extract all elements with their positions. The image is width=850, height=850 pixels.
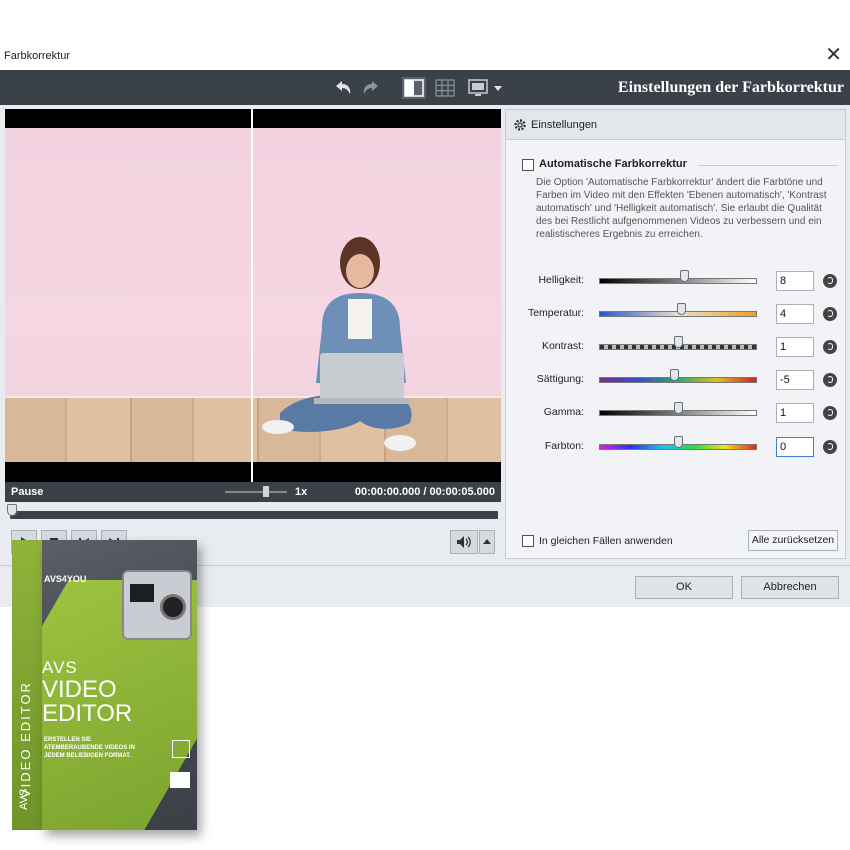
settings-heading: Einstellungen der Farbkorrektur	[617, 79, 844, 96]
reset-icon[interactable]	[823, 307, 837, 321]
contrast-value-field[interactable]: 1	[776, 337, 814, 357]
redo-icon[interactable]	[360, 77, 384, 99]
wooden-floor	[5, 398, 501, 462]
reset-icon[interactable]	[823, 406, 837, 420]
saturation-value-field[interactable]: -5	[776, 370, 814, 390]
box-front: AVS4YOU AVS VIDEO EDITOR ERSTELLEN SIE A…	[42, 540, 197, 830]
woman-with-laptop-image	[262, 237, 416, 451]
apply-same-checkbox[interactable]	[522, 535, 534, 547]
brightness-slider[interactable]	[599, 278, 757, 284]
speed-slider-thumb[interactable]	[263, 486, 269, 497]
hue-slider-thumb[interactable]	[673, 436, 683, 448]
chevron-up-icon	[483, 539, 491, 544]
saturation-slider-thumb[interactable]	[669, 369, 679, 381]
timeline-track[interactable]	[10, 511, 498, 519]
gamma-value-field[interactable]: 1	[776, 403, 814, 423]
brightness-slider-thumb[interactable]	[679, 270, 689, 282]
auto-correction-label: Automatische Farbkorrektur	[539, 158, 687, 170]
settings-panel-title: Einstellungen	[531, 119, 598, 131]
chevron-down-icon[interactable]	[492, 77, 504, 99]
window-titlebar: Farbkorrektur ✕	[0, 40, 850, 70]
slider-label: Helligkeit:	[538, 274, 584, 286]
settings-panel-header: Einstellungen	[506, 110, 845, 140]
apply-same-label: In gleichen Fällen anwenden	[539, 535, 673, 547]
reset-icon[interactable]	[823, 440, 837, 454]
play-state-label: Pause	[11, 486, 44, 498]
screenshot-root: Farbkorrektur ✕ Einstellungen der Farbko…	[0, 0, 850, 850]
toolbar: Einstellungen der Farbkorrektur	[0, 70, 850, 105]
section-divider	[698, 165, 838, 166]
gear-icon	[514, 119, 526, 131]
reset-icon[interactable]	[823, 373, 837, 387]
slider-row-temperatur: Temperatur: 4	[506, 302, 845, 326]
slider-label: Temperatur:	[527, 307, 584, 319]
slider-row-saettigung: Sättigung: -5	[506, 368, 845, 392]
camera-screen	[130, 584, 154, 602]
split-divider[interactable]	[251, 109, 253, 482]
ok-button[interactable]: OK	[635, 576, 733, 599]
timeline	[5, 502, 501, 526]
auto-correction-checkbox[interactable]	[522, 159, 534, 171]
gamma-slider-thumb[interactable]	[674, 402, 684, 414]
box-tagline: ERSTELLEN SIE ATEMBERAUBENDE VIDEOS IN J…	[44, 737, 135, 759]
slider-label: Gamma:	[543, 406, 584, 418]
undo-icon[interactable]	[330, 77, 354, 99]
speaker-icon	[457, 536, 471, 548]
format-icon	[172, 740, 190, 758]
speed-value: 1x	[295, 486, 308, 498]
current-time: 00:00:00.000	[354, 486, 421, 498]
timeline-playhead[interactable]	[7, 504, 17, 516]
auto-correction-description: Die Option 'Automatische Farbkorrektur' …	[536, 177, 827, 240]
box-title-line1: VIDEO	[42, 676, 117, 703]
window-title: Farbkorrektur	[4, 50, 71, 62]
brightness-value-field[interactable]: 8	[776, 271, 814, 291]
speed-slider[interactable]	[225, 491, 287, 493]
reset-icon[interactable]	[823, 274, 837, 288]
camera-icon	[122, 570, 192, 640]
volume-menu-button[interactable]	[479, 530, 495, 554]
slider-row-helligkeit: Helligkeit: 8	[506, 269, 845, 293]
video-frame	[5, 128, 501, 462]
cancel-button[interactable]: Abbrechen	[741, 576, 839, 599]
box-brand: AVS	[42, 658, 78, 677]
box-title-line2: EDITOR	[42, 700, 133, 727]
grid-view-icon[interactable]	[433, 77, 457, 99]
time-separator: /	[423, 486, 427, 498]
spine-brand: AVS	[18, 788, 30, 810]
resolution-badge-icon	[170, 772, 190, 788]
slider-label: Sättigung:	[536, 373, 584, 385]
reset-icon[interactable]	[823, 340, 837, 354]
slider-label: Farbton:	[544, 440, 584, 452]
hue-value-field[interactable]: 0	[776, 437, 814, 457]
spine-title: VIDEO EDITOR	[18, 681, 33, 798]
time-readout: 00:00:00.000 / 00:00:05.000	[355, 486, 495, 498]
monitor-icon[interactable]	[466, 77, 490, 99]
temperature-value-field[interactable]: 4	[776, 304, 814, 324]
contrast-slider-thumb[interactable]	[674, 336, 684, 348]
volume-button[interactable]	[450, 530, 478, 554]
slider-label: Kontrast:	[541, 340, 584, 352]
slider-row-farbton: Farbton: 0	[506, 435, 845, 459]
camera-lens	[160, 594, 186, 620]
split-view-icon[interactable]	[402, 77, 426, 99]
player-status-bar: Pause 1x 00:00:00.000 / 00:00:05.000	[5, 482, 501, 502]
temperature-slider-thumb[interactable]	[676, 303, 686, 315]
reset-all-button[interactable]: Alle zurücksetzen	[748, 530, 838, 551]
video-preview	[5, 109, 501, 482]
box-spine: VIDEO EDITOR AVS	[12, 540, 44, 830]
slider-row-kontrast: Kontrast: 1	[506, 335, 845, 359]
product-box-image: VIDEO EDITOR AVS AVS4YOU AVS VIDEO EDITO…	[12, 540, 197, 830]
settings-panel: Einstellungen Automatische Farbkorrektur…	[505, 109, 846, 559]
total-time: 00:00:05.000	[429, 486, 495, 498]
slider-row-gamma: Gamma: 1	[506, 401, 845, 425]
close-icon[interactable]: ✕	[825, 45, 842, 65]
box-logo: AVS4YOU	[44, 574, 87, 584]
